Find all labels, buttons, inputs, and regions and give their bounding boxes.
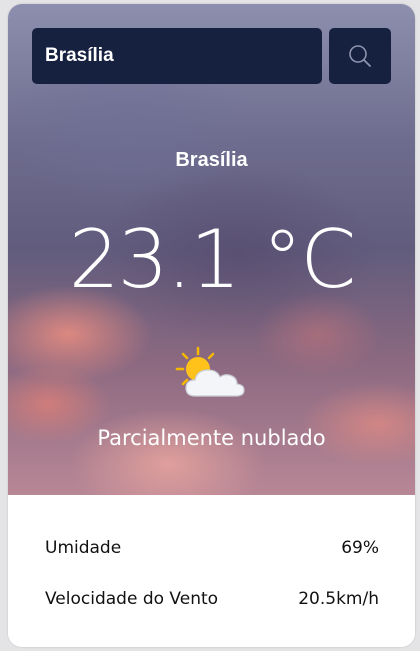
wind-speed-row: Velocidade do Vento 20.5km/h: [45, 589, 379, 609]
humidity-value: 69%: [341, 538, 379, 558]
wind-speed-label: Velocidade do Vento: [45, 589, 219, 609]
search-button[interactable]: [329, 28, 391, 84]
humidity-label: Umidade: [45, 538, 122, 558]
wind-speed-value: 20.5km/h: [298, 589, 379, 609]
search-icon: [349, 45, 371, 67]
humidity-row: Umidade 69%: [45, 538, 379, 558]
weather-card: Brasília 23.1 °C Parcialmente nublado Um…: [8, 4, 415, 647]
sky-background: Brasília 23.1 °C Parcialmente nublado: [8, 4, 415, 495]
partly-cloudy-icon: [175, 346, 245, 397]
city-name: Brasília: [175, 149, 248, 171]
weather-description: Parcialmente nublado: [97, 426, 326, 450]
city-search-input[interactable]: [32, 28, 322, 84]
temperature-value: 23.1 °C: [68, 213, 356, 306]
weather-details: Umidade 69% Velocidade do Vento 20.5km/h: [8, 495, 415, 647]
